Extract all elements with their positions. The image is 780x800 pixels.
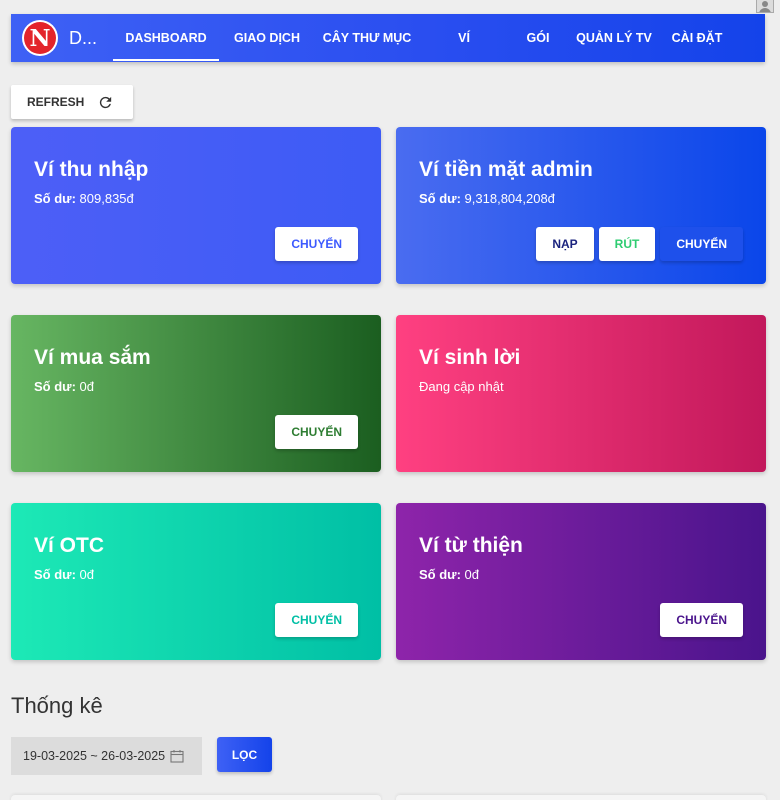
- wallet-balance: Số dư: 0đ: [419, 567, 480, 582]
- wallet-title: Ví mua sắm: [34, 346, 151, 369]
- nav-cai-dat[interactable]: CÀI ĐẶT: [661, 14, 733, 62]
- wallet-balance: Số dư: 0đ: [34, 379, 95, 394]
- transfer-button[interactable]: CHUYỂN: [660, 603, 743, 637]
- date-range-input[interactable]: 19-03-2025 ~ 26-03-2025: [11, 737, 202, 775]
- stats-title: Thống kê: [11, 693, 103, 718]
- withdraw-button[interactable]: RÚT: [598, 227, 656, 261]
- top-navbar: N D... DASHBOARD GIAO DỊCH CÂY THƯ MỤC V…: [11, 14, 765, 62]
- wallet-title: Ví tiền mặt admin: [419, 158, 593, 181]
- transfer-button[interactable]: CHUYỂN: [660, 227, 743, 261]
- user-avatar-icon[interactable]: [756, 0, 774, 13]
- transfer-button[interactable]: CHUYỂN: [275, 415, 358, 449]
- nav-giao-dich[interactable]: GIAO DỊCH: [219, 14, 315, 62]
- transfer-button[interactable]: CHUYỂN: [275, 603, 358, 637]
- wallet-title: Ví thu nhập: [34, 158, 149, 181]
- wallet-card-profit: Ví sinh lời Đang cập nhật: [396, 315, 766, 472]
- stats-card-left: [11, 795, 381, 800]
- refresh-icon: [100, 96, 112, 108]
- wallet-title: Ví OTC: [34, 534, 105, 557]
- brand-logo[interactable]: N: [22, 20, 58, 56]
- nav-dashboard[interactable]: DASHBOARD: [113, 14, 220, 62]
- refresh-label: REFRESH: [27, 95, 85, 109]
- wallet-card-charity: Ví từ thiện Số dư: 0đ CHUYỂN: [396, 503, 766, 660]
- calendar-icon: [170, 750, 184, 763]
- brand-name[interactable]: D...: [69, 28, 97, 49]
- wallet-card-income: Ví thu nhập Số dư: 809,835đ CHUYỂN: [11, 127, 381, 284]
- logo-letter: N: [29, 25, 51, 52]
- wallet-balance: Số dư: 9,318,804,208đ: [419, 191, 555, 206]
- nav-quan-ly-tv[interactable]: QUẢN LÝ TV: [567, 14, 661, 62]
- wallet-title: Ví sinh lời: [419, 346, 521, 369]
- nav-vi[interactable]: VÍ: [419, 14, 509, 62]
- wallet-balance: Số dư: 0đ: [34, 567, 95, 582]
- refresh-button[interactable]: REFRESH: [11, 85, 133, 119]
- date-range-value: 19-03-2025 ~ 26-03-2025: [23, 749, 166, 763]
- wallet-card-cash-admin: Ví tiền mặt admin Số dư: 9,318,804,208đ …: [396, 127, 766, 284]
- wallet-card-shopping: Ví mua sắm Số dư: 0đ CHUYỂN: [11, 315, 381, 472]
- wallet-card-otc: Ví OTC Số dư: 0đ CHUYỂN: [11, 503, 381, 660]
- wallet-title: Ví từ thiện: [419, 534, 523, 557]
- nav-goi[interactable]: GÓI: [509, 14, 567, 62]
- wallet-status: Đang cập nhật: [419, 379, 504, 394]
- stats-card-right: [396, 795, 766, 800]
- nav-cay-thu-muc[interactable]: CÂY THƯ MỤC: [315, 14, 419, 62]
- transfer-button[interactable]: CHUYỂN: [275, 227, 358, 261]
- filter-button[interactable]: LỌC: [217, 737, 272, 772]
- wallet-balance: Số dư: 809,835đ: [34, 191, 134, 206]
- deposit-button[interactable]: NẠP: [536, 227, 594, 261]
